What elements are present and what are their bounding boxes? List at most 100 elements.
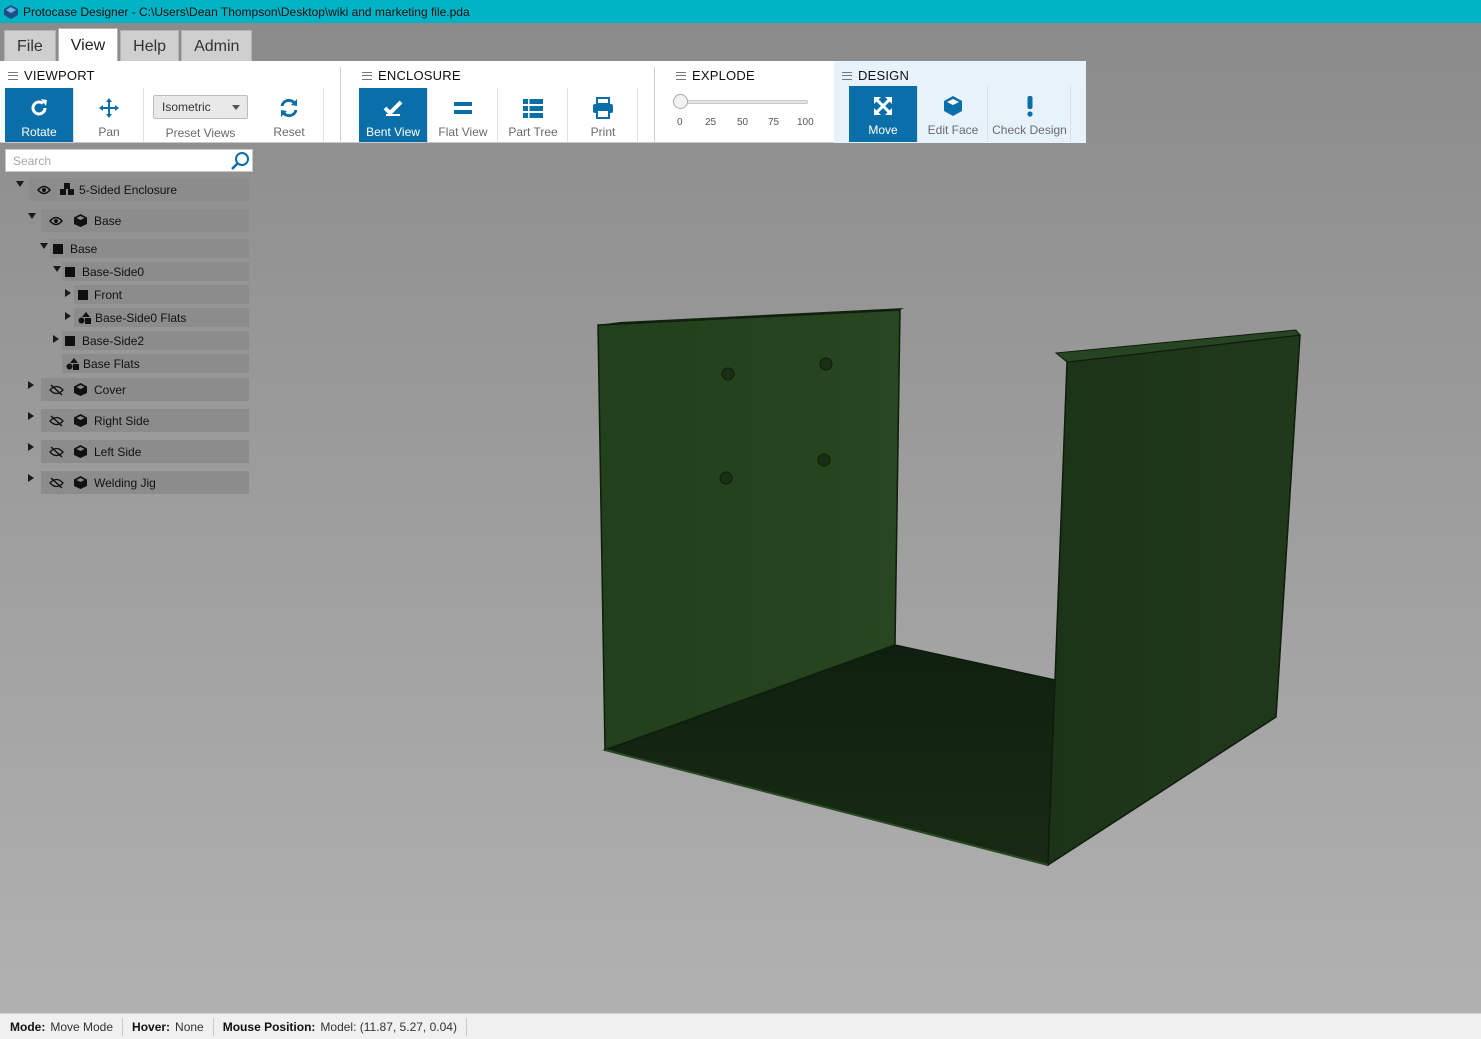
window-title: Protocase Designer - C:\Users\Dean Thomp… xyxy=(23,4,470,19)
tree-expand-toggle[interactable] xyxy=(28,412,38,422)
triangle-right-icon xyxy=(65,312,71,320)
part-square-icon xyxy=(78,289,88,300)
triangle-right-icon xyxy=(28,412,34,420)
triangle-down-icon xyxy=(53,266,61,272)
cube-icon xyxy=(72,475,88,491)
triangle-right-icon xyxy=(28,381,34,389)
tree-item-base-side0-flats[interactable]: Base-Side0 Flats xyxy=(74,308,249,327)
chevron-down-icon xyxy=(232,105,240,110)
cube-icon xyxy=(944,96,962,116)
tree-item-base-side0[interactable]: Base-Side0 xyxy=(62,262,249,281)
explode-slider-thumb[interactable] xyxy=(673,94,688,109)
enclosure-group-title: ENCLOSURE xyxy=(378,68,461,83)
search-input[interactable] xyxy=(6,153,226,168)
tree-item-label: Base-Side2 xyxy=(82,333,145,348)
eye-slash-icon[interactable] xyxy=(48,413,64,429)
status-mouse-position: Mouse Position: Model: (11.87, 5.27, 0.0… xyxy=(222,1017,467,1036)
move-button[interactable]: Move xyxy=(849,86,918,142)
group-divider xyxy=(654,67,655,143)
tree-item-left-side[interactable]: Left Side xyxy=(41,440,249,463)
status-pos-key: Mouse Position: xyxy=(222,1019,316,1034)
preset-views-dropdown[interactable]: Isometric xyxy=(153,95,248,119)
explode-group-header: EXPLODE xyxy=(676,68,755,83)
tree-item-cover[interactable]: Cover xyxy=(41,378,249,401)
part-square-icon xyxy=(65,335,75,346)
triangle-right-icon xyxy=(53,335,59,343)
tree-item-right-side[interactable]: Right Side xyxy=(41,409,249,432)
tree-expand-toggle[interactable] xyxy=(16,181,26,191)
status-hover: Hover: None xyxy=(132,1017,214,1036)
tree-item-welding-jig[interactable]: Welding Jig xyxy=(41,471,249,494)
move-arrows-icon xyxy=(99,98,119,118)
triangle-down-icon xyxy=(40,243,48,249)
tree-expand-toggle[interactable] xyxy=(28,443,38,453)
status-pos-value: Model: (11.87, 5.27, 0.04) xyxy=(320,1019,457,1034)
app-logo-icon xyxy=(4,4,18,19)
search-icon[interactable] xyxy=(230,151,250,171)
design-group: DESIGN Move Edit Face Check Design xyxy=(834,61,1086,143)
cubes-icon xyxy=(59,182,75,198)
tree-item-label: Right Side xyxy=(94,413,150,428)
print-button[interactable]: Print xyxy=(569,88,638,142)
list-icon xyxy=(523,99,543,118)
enclosure-model[interactable] xyxy=(597,308,1301,867)
tab-help[interactable]: Help xyxy=(120,30,180,62)
rotate-button[interactable]: Rotate xyxy=(5,88,74,142)
group-divider xyxy=(340,67,341,143)
tree-expand-toggle[interactable] xyxy=(28,381,38,391)
equals-icon xyxy=(454,102,472,114)
tree-item-label: Base-Side0 xyxy=(82,264,145,279)
tree-item-base-side2[interactable]: Base-Side2 xyxy=(62,331,249,350)
reset-button[interactable]: Reset xyxy=(255,88,324,142)
print-label: Print xyxy=(590,125,616,139)
triangle-down-icon xyxy=(16,181,24,187)
tree-expand-toggle[interactable] xyxy=(40,243,50,253)
title-bar: Protocase Designer - C:\Users\Dean Thomp… xyxy=(0,0,1481,23)
edit-face-button[interactable]: Edit Face xyxy=(919,86,988,142)
flat-view-button[interactable]: Flat View xyxy=(429,88,498,142)
tree-item-base-body[interactable]: Base xyxy=(50,239,249,258)
eye-slash-icon[interactable] xyxy=(48,444,64,460)
eye-slash-icon[interactable] xyxy=(48,475,64,491)
explode-tick: 0 xyxy=(677,117,683,128)
tree-expand-toggle[interactable] xyxy=(28,213,38,223)
triangle-right-icon xyxy=(28,474,34,482)
rotate-label: Rotate xyxy=(21,125,57,139)
tree-item-base[interactable]: Base xyxy=(41,209,249,232)
pan-label: Pan xyxy=(98,125,120,139)
tree-item-label: Base xyxy=(94,213,122,228)
explode-slider-track[interactable] xyxy=(680,100,808,104)
explode-tick: 100 xyxy=(797,117,814,128)
check-design-button[interactable]: Check Design xyxy=(989,86,1071,142)
check-design-label: Check Design xyxy=(992,123,1067,137)
eye-icon[interactable] xyxy=(48,213,64,229)
preset-value: Isometric xyxy=(162,100,211,114)
eye-icon[interactable] xyxy=(36,182,52,198)
menu-icon xyxy=(362,71,372,80)
explode-group-title: EXPLODE xyxy=(692,68,755,83)
explode-tick: 25 xyxy=(705,117,717,128)
reset-label: Reset xyxy=(273,125,305,139)
eye-slash-icon[interactable] xyxy=(48,382,64,398)
tree-item-5-sided-enclosure[interactable]: 5-Sided Enclosure xyxy=(29,178,249,201)
part-tree-button[interactable]: Part Tree xyxy=(499,88,568,142)
tree-expand-toggle[interactable] xyxy=(28,474,38,484)
design-group-title: DESIGN xyxy=(858,68,910,83)
expand-arrows-icon xyxy=(873,96,893,116)
tree-item-label: Welding Jig xyxy=(94,475,156,490)
tab-file[interactable]: File xyxy=(4,30,56,62)
tree-item-front[interactable]: Front xyxy=(74,285,249,304)
tab-admin[interactable]: Admin xyxy=(181,30,253,62)
design-group-header: DESIGN xyxy=(842,68,909,83)
tab-view[interactable]: View xyxy=(57,28,119,62)
shapes-icon xyxy=(76,310,92,326)
status-hover-value: None xyxy=(175,1019,204,1034)
tree-item-label: Front xyxy=(94,287,123,302)
tree-item-base-flats[interactable]: Base Flats xyxy=(62,354,249,373)
pan-button[interactable]: Pan xyxy=(75,88,144,142)
menu-icon xyxy=(842,71,852,80)
exclamation-icon xyxy=(1026,96,1033,117)
edit-face-label: Edit Face xyxy=(927,123,979,137)
bent-view-button[interactable]: Bent View xyxy=(359,88,428,142)
cube-icon xyxy=(72,444,88,460)
